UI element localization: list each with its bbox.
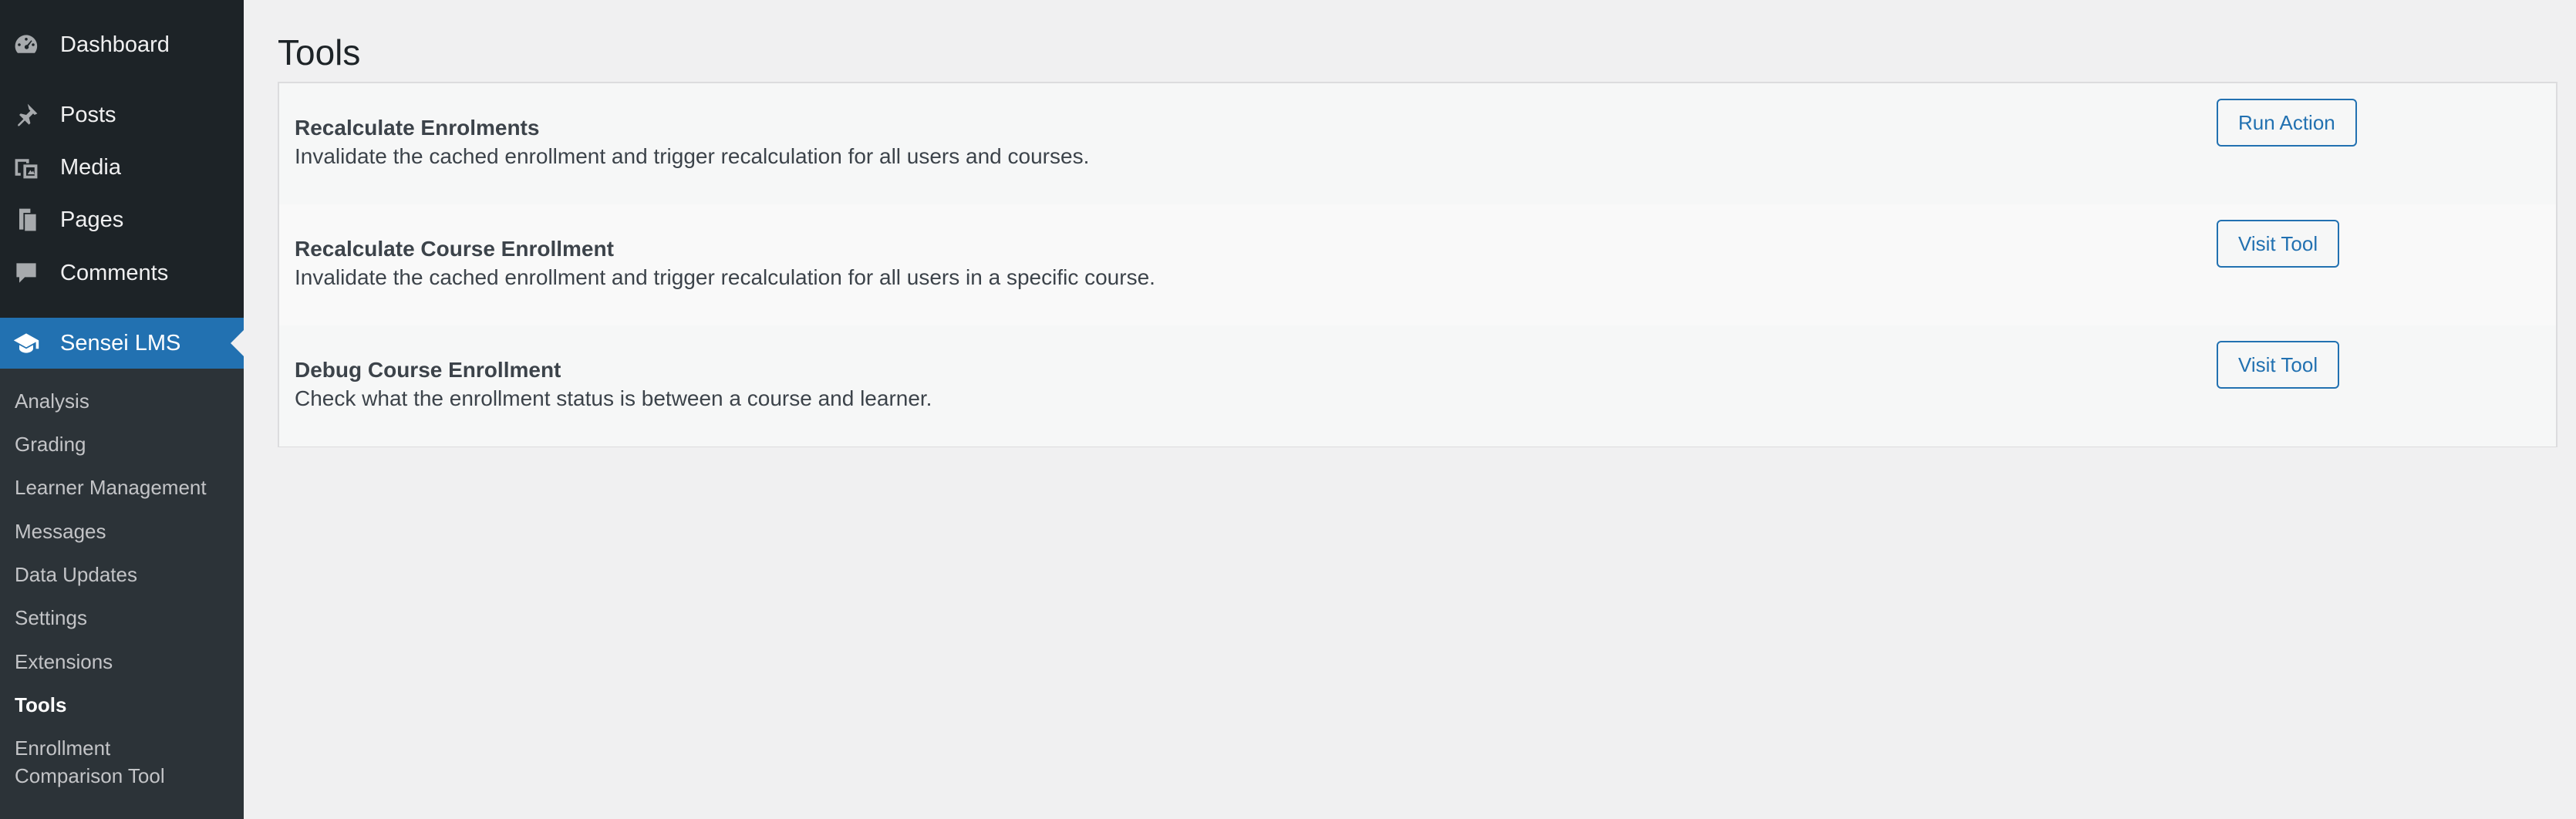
submenu-item-data-updates[interactable]: Data Updates [15,561,238,588]
menu-item-label: Sensei LMS [60,330,181,356]
tools-list: Recalculate Enrolments Invalidate the ca… [278,82,2557,447]
visit-tool-button[interactable]: Visit Tool [2217,220,2340,268]
media-icon [9,150,43,184]
menu-item-label: Comments [60,260,169,285]
submenu-item-grading[interactable]: Grading [15,430,238,458]
menu-item-label: Media [60,154,121,180]
tool-description: Invalidate the cached enrollment and tri… [295,144,1090,168]
run-action-button[interactable]: Run Action [2217,99,2357,147]
menu-item-dashboard[interactable]: Dashboard [0,20,244,69]
menu-item-label: Posts [60,102,116,127]
submenu-item-extensions[interactable]: Extensions [15,648,238,676]
tool-row: Recalculate Enrolments Invalidate the ca… [279,83,2556,204]
tool-row: Debug Course Enrollment Check what the e… [279,325,2556,447]
tool-title: Recalculate Course Enrollment [295,237,614,261]
menu-item-sensei-lms[interactable]: Sensei LMS [0,318,244,369]
dashboard-icon [9,28,43,62]
menu-item-pages[interactable]: Pages [0,195,244,244]
submenu-item-tools[interactable]: Tools [15,691,238,719]
pages-icon [9,203,43,237]
sensei-submenu: Analysis Grading Learner Management Mess… [0,369,244,819]
admin-sidebar: Dashboard Posts Media Pages Comments Sen… [0,0,244,819]
menu-item-media[interactable]: Media [0,143,244,192]
tool-title: Recalculate Enrolments [295,116,540,140]
submenu-item-messages[interactable]: Messages [15,517,238,545]
graduation-cap-icon [9,326,43,360]
submenu-item-settings[interactable]: Settings [15,604,238,632]
menu-item-posts[interactable]: Posts [0,90,244,140]
menu-item-comments[interactable]: Comments [0,248,244,298]
tool-title: Debug Course Enrollment [295,358,561,382]
tool-description: Invalidate the cached enrollment and tri… [295,265,1155,289]
menu-item-label: Pages [60,207,124,232]
menu-item-label: Dashboard [60,32,170,57]
submenu-item-enrollment-comparison-tool[interactable]: Enrollment Comparison Tool [15,734,200,790]
submenu-item-analysis[interactable]: Analysis [15,387,238,415]
pushpin-icon [9,98,43,132]
submenu-item-learner-management[interactable]: Learner Management [15,474,238,501]
tool-row: Recalculate Course Enrollment Invalidate… [279,204,2556,325]
comment-icon [9,256,43,290]
tool-description: Check what the enrollment status is betw… [295,386,932,410]
visit-tool-button[interactable]: Visit Tool [2217,341,2340,389]
page-title: Tools [278,32,361,72]
